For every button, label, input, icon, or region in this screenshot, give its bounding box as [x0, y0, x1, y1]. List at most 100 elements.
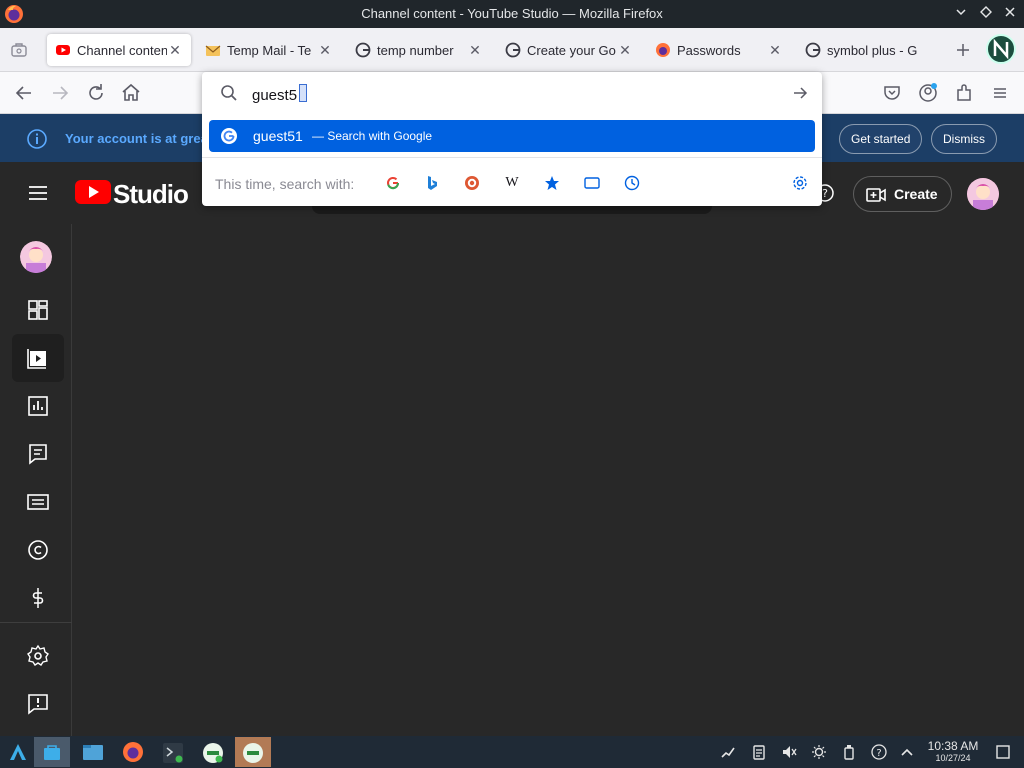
dashboard-icon [28, 300, 48, 320]
new-tab-icon[interactable] [955, 42, 971, 58]
account-sync-icon[interactable] [916, 81, 940, 105]
tab-label: temp number [377, 42, 454, 58]
feedback-icon [28, 694, 48, 715]
reload-icon[interactable] [84, 81, 108, 105]
forward-icon[interactable] [48, 81, 72, 105]
url-input[interactable] [252, 85, 772, 105]
sidebar-item-subtitles[interactable] [12, 478, 64, 526]
avatar-icon [20, 241, 52, 273]
window-title: Channel content - YouTube Studio — Mozil… [361, 6, 663, 21]
network-icon[interactable] [720, 744, 736, 760]
extensions-icon[interactable] [952, 81, 976, 105]
bing-engine-button[interactable] [422, 173, 442, 193]
sidebar-item-dashboard[interactable] [12, 286, 64, 334]
back-icon[interactable] [12, 81, 36, 105]
task-app-1[interactable] [195, 737, 231, 767]
sidebar-item-content[interactable] [12, 334, 64, 382]
tab-label: Temp Mail - Te [227, 42, 312, 58]
account-icon [993, 38, 1009, 60]
tab-channel-content[interactable]: Channel content ✕ [47, 34, 191, 66]
wikipedia-engine-button[interactable]: W [502, 173, 522, 193]
show-desktop-icon[interactable] [995, 744, 1011, 760]
app-launcher-icon[interactable] [8, 742, 28, 762]
sidebar-item-feedback[interactable] [12, 680, 64, 728]
google-engine-button[interactable] [383, 173, 403, 193]
firefox-icon [656, 43, 670, 57]
clock[interactable]: 10:38 AM 10/27/24 [924, 739, 982, 763]
clock-date: 10/27/24 [935, 753, 971, 763]
task-app-2[interactable] [235, 737, 271, 767]
tab-passwords[interactable]: Passwords ✕ [647, 34, 791, 66]
analytics-icon [28, 396, 48, 416]
tab-label: symbol plus - G [827, 42, 918, 58]
close-tab-icon[interactable]: ✕ [767, 42, 783, 59]
tab-symbol-plus[interactable]: symbol plus - G [797, 34, 941, 66]
account-avatar[interactable] [986, 34, 1016, 64]
sidebar-item-analytics[interactable] [12, 382, 64, 430]
tab-label: Channel content [77, 42, 167, 58]
duckduckgo-engine-button[interactable] [462, 173, 482, 193]
close-tab-icon[interactable]: ✕ [317, 42, 333, 59]
clock-time: 10:38 AM [927, 739, 979, 753]
close-button[interactable] [1001, 5, 1019, 23]
firefox-icon [123, 742, 143, 762]
create-button[interactable]: Create [853, 176, 952, 212]
sidebar-item-settings[interactable] [12, 632, 64, 680]
maximize-button[interactable] [977, 5, 995, 23]
minimize-button[interactable] [952, 5, 970, 23]
sidebar-item-comments[interactable] [12, 430, 64, 478]
search-suggestion[interactable]: guest51 — Search with Google [209, 120, 815, 152]
tab-temp-mail[interactable]: Temp Mail - Te ✕ [197, 34, 341, 66]
mail-icon [205, 45, 221, 56]
close-tab-icon[interactable]: ✕ [617, 42, 633, 59]
copyright-icon [28, 540, 48, 560]
terminal-icon [163, 743, 183, 763]
banner-text: Your account is at great [65, 131, 213, 146]
tab-icon [584, 177, 600, 189]
sidebar-item-earn[interactable] [12, 574, 64, 622]
usb-device-icon[interactable] [841, 744, 857, 760]
clipboard-icon[interactable] [751, 744, 767, 760]
task-terminal[interactable] [155, 737, 191, 767]
bookmarks-button[interactable] [542, 173, 562, 193]
sidebar-divider [0, 622, 72, 623]
tab-create-google[interactable]: Create your Go ✕ [497, 34, 641, 66]
youtube-logo-icon[interactable] [75, 179, 111, 205]
home-icon[interactable] [119, 81, 143, 105]
volume-muted-icon[interactable] [781, 744, 797, 760]
info-icon [27, 129, 47, 149]
dismiss-button[interactable]: Dismiss [931, 124, 997, 154]
task-store[interactable] [34, 737, 70, 767]
close-tab-icon[interactable]: ✕ [467, 42, 483, 59]
close-tab-icon[interactable]: ✕ [167, 42, 183, 59]
google-icon [355, 42, 371, 58]
help-circle-icon[interactable]: ? [871, 744, 887, 760]
tab-temp-number[interactable]: temp number ✕ [347, 34, 491, 66]
urlbar-dropdown: guest51 — Search with Google This time, … [202, 72, 822, 206]
star-icon [545, 176, 559, 190]
brightness-icon[interactable] [811, 744, 827, 760]
go-arrow-icon[interactable] [792, 85, 808, 101]
sidebar-item-copyright[interactable] [12, 526, 64, 574]
hamburger-icon[interactable] [27, 182, 49, 204]
menu-icon[interactable] [988, 81, 1012, 105]
history-button[interactable] [622, 173, 642, 193]
pocket-icon[interactable] [880, 81, 904, 105]
task-files[interactable] [75, 737, 111, 767]
avatar[interactable] [967, 178, 999, 210]
settings-icon [27, 644, 49, 666]
screen: Channel content - YouTube Studio — Mozil… [0, 0, 1024, 768]
channel-avatar[interactable] [20, 241, 52, 273]
youtube-icon [56, 45, 70, 55]
google-icon [505, 42, 521, 58]
chevron-up-icon[interactable] [899, 744, 915, 760]
get-started-button[interactable]: Get started [839, 124, 923, 154]
tab-strip: Channel content ✕ Temp Mail - Te ✕ temp … [0, 28, 1024, 72]
create-label: Create [894, 186, 938, 202]
search-bar-edge [312, 206, 712, 214]
task-firefox[interactable] [115, 737, 151, 767]
search-settings-button[interactable] [790, 173, 810, 193]
content-icon [27, 349, 46, 369]
tabs-button[interactable] [582, 173, 602, 193]
container-icon[interactable] [10, 42, 28, 58]
